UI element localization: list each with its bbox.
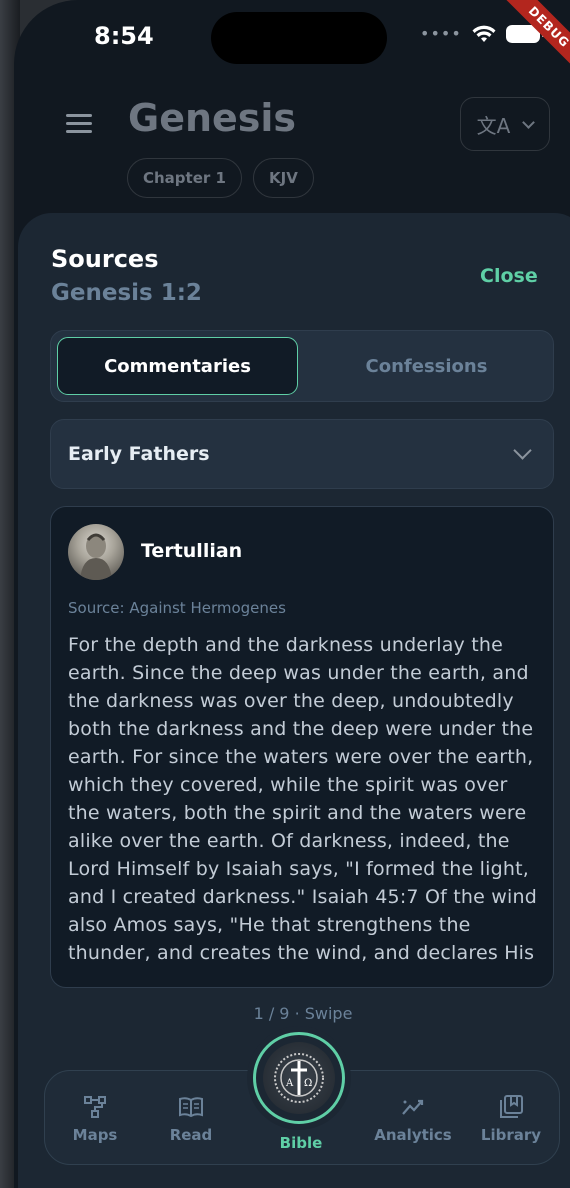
author-portrait-icon [80, 533, 112, 580]
book-icon [179, 1096, 203, 1117]
commentary-text: For the depth and the darkness underlay … [68, 634, 537, 964]
nav-label-maps: Maps [72, 1125, 118, 1144]
nav-label-read: Read [169, 1125, 213, 1144]
maps-icon [84, 1095, 106, 1118]
screen: 8:54 •••• DEBUG Genesis 文A Chapter 1 KJV… [14, 0, 570, 1188]
analytics-icon [402, 1099, 424, 1115]
bible-center-button[interactable]: A Ω [253, 1032, 345, 1124]
page-title: Genesis [128, 96, 297, 140]
nav-item-analytics[interactable]: Analytics [365, 1071, 461, 1166]
dynamic-island [211, 12, 387, 64]
nav-label-library: Library [480, 1125, 542, 1144]
nav-item-read[interactable]: Read [151, 1071, 231, 1166]
library-icon [500, 1094, 523, 1118]
translation-chip[interactable]: KJV [253, 158, 314, 198]
pager-indicator: 1 / 9 · Swipe [253, 1004, 353, 1023]
status-time: 8:54 [94, 22, 154, 50]
bible-emblem-icon: A Ω [263, 1042, 335, 1114]
tab-confessions[interactable]: Confessions [304, 337, 549, 395]
commentary-card[interactable]: Tertullian Source: Against Hermogenes Fo… [50, 506, 554, 988]
chevron-down-icon [513, 441, 532, 460]
wifi-icon [472, 25, 496, 42]
source-label: Source: Against Hermogenes [68, 599, 286, 617]
chapter-chip[interactable]: Chapter 1 [127, 158, 242, 198]
sheet-subtitle: Genesis 1:2 [51, 280, 202, 306]
status-icons: •••• [420, 24, 544, 43]
svg-text:A: A [285, 1078, 294, 1089]
close-button[interactable]: Close [480, 265, 538, 287]
author-name: Tertullian [141, 540, 243, 562]
nav-item-library[interactable]: Library [469, 1071, 553, 1166]
debug-banner: DEBUG [488, 0, 570, 88]
translate-icon: 文A [476, 113, 511, 138]
chevron-down-icon [522, 115, 536, 129]
svg-text:Ω: Ω [304, 1078, 312, 1089]
sheet-title: Sources [51, 245, 159, 273]
nav-label-analytics: Analytics [374, 1125, 452, 1144]
device-frame: 8:54 •••• DEBUG Genesis 文A Chapter 1 KJV… [0, 0, 570, 1188]
sources-sheet: Sources Genesis 1:2 Close Commentaries C… [18, 213, 570, 1188]
menu-icon[interactable] [66, 114, 92, 134]
era-dropdown[interactable]: Early Fathers [50, 419, 554, 489]
dropdown-selected: Early Fathers [68, 443, 210, 465]
nav-label-bible: Bible [279, 1134, 323, 1152]
source-tabs: Commentaries Confessions [50, 330, 554, 402]
translate-button[interactable]: 文A [460, 97, 550, 151]
avatar [68, 524, 124, 580]
nav-item-maps[interactable]: Maps [55, 1071, 135, 1166]
signal-icon: •••• [420, 24, 462, 43]
tab-commentaries[interactable]: Commentaries [57, 337, 298, 395]
